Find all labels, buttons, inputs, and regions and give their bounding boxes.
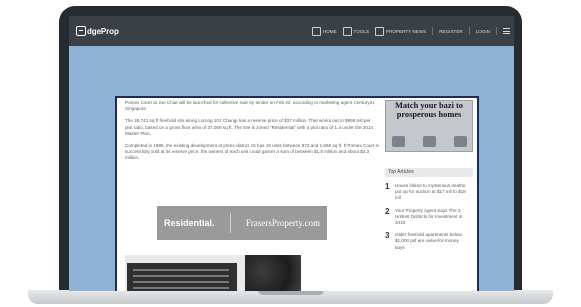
- top-article-item[interactable]: 2 Your Property Agent Says The 3 Hottest…: [385, 206, 475, 227]
- top-article-number: 3: [385, 231, 390, 241]
- article-paragraph: The 26,741 sq ft freehold site along Lor…: [125, 118, 374, 136]
- article-photo: [125, 255, 301, 291]
- nav-property-news-label: PROPERTY NEWS: [386, 28, 427, 34]
- nav-login[interactable]: LOGIN: [476, 29, 490, 34]
- nav-login-label: LOGIN: [475, 28, 490, 34]
- sidebar: Match your bazi to prosperous homes Top …: [385, 100, 475, 251]
- ad-house-icon: [392, 136, 405, 147]
- top-article-item[interactable]: 3 Older freehold apartments below $1,000…: [385, 232, 475, 251]
- frasers-banner-ad[interactable]: Residential. FrasersProperty.com: [157, 206, 327, 240]
- site-logo[interactable]: dgeProp: [76, 25, 119, 37]
- nav-divider: [468, 27, 470, 35]
- article-paragraph: Pomex Court at Joo Chiat will be launche…: [125, 100, 375, 112]
- home-icon: [311, 26, 321, 36]
- banner-ad-divider: [229, 213, 231, 233]
- tree-photo-shape: [245, 255, 301, 291]
- nav-tools[interactable]: TOOLS: [342, 26, 370, 36]
- news-icon: [375, 26, 385, 36]
- sidebar-ad-text: Match your bazi to prosperous homes: [394, 101, 463, 119]
- main-nav: HOME TOOLS PROPERTY NEWS REGISTER LOGIN: [311, 25, 510, 37]
- site-header: dgeProp HOME TOOLS PROPERTY NEWS REGISTE…: [69, 16, 514, 46]
- top-article-link[interactable]: Older freehold apartments below $1,000 p…: [395, 232, 469, 251]
- sidebar-ad[interactable]: Match your bazi to prosperous homes: [385, 100, 473, 152]
- top-articles-heading: Top Articles: [385, 168, 473, 177]
- nav-register[interactable]: REGISTER: [439, 29, 462, 34]
- nav-register-label: REGISTER: [439, 28, 463, 34]
- nav-divider: [496, 27, 497, 35]
- nav-divider: [432, 27, 434, 35]
- article-body: Pomex Court at Joo Chiat will be launche…: [125, 100, 379, 168]
- logo-text: dgeProp: [87, 26, 119, 36]
- article-card: Pomex Court at Joo Chiat will be launche…: [115, 96, 479, 291]
- tools-icon: [342, 26, 352, 36]
- top-article-link[interactable]: House linked to mysterious deaths put up…: [395, 183, 469, 202]
- ad-house-icon: [454, 136, 467, 147]
- building-photo-shape: [127, 263, 237, 291]
- logo-e-icon: [76, 26, 86, 36]
- top-article-link[interactable]: Your Property Agent Says The 3 Hottest D…: [395, 208, 469, 227]
- top-article-number: 2: [385, 206, 390, 216]
- ad-house-icon: [423, 136, 436, 147]
- top-article-number: 1: [385, 182, 390, 191]
- hamburger-menu-icon[interactable]: [503, 28, 510, 34]
- banner-ad-left-text: Residential.: [164, 218, 215, 228]
- nav-tools-label: TOOLS: [353, 28, 370, 34]
- nav-home-label: HOME: [322, 28, 337, 34]
- top-article-item[interactable]: 1 House linked to mysterious deaths put …: [385, 183, 475, 202]
- banner-ad-right-text: FrasersProperty.com: [245, 218, 320, 228]
- nav-property-news[interactable]: PROPERTY NEWS: [375, 26, 427, 36]
- article-paragraph: Completed in 1986, the existing developm…: [125, 143, 379, 161]
- laptop-screen: dgeProp HOME TOOLS PROPERTY NEWS REGISTE…: [69, 16, 514, 291]
- nav-home[interactable]: HOME: [311, 26, 337, 36]
